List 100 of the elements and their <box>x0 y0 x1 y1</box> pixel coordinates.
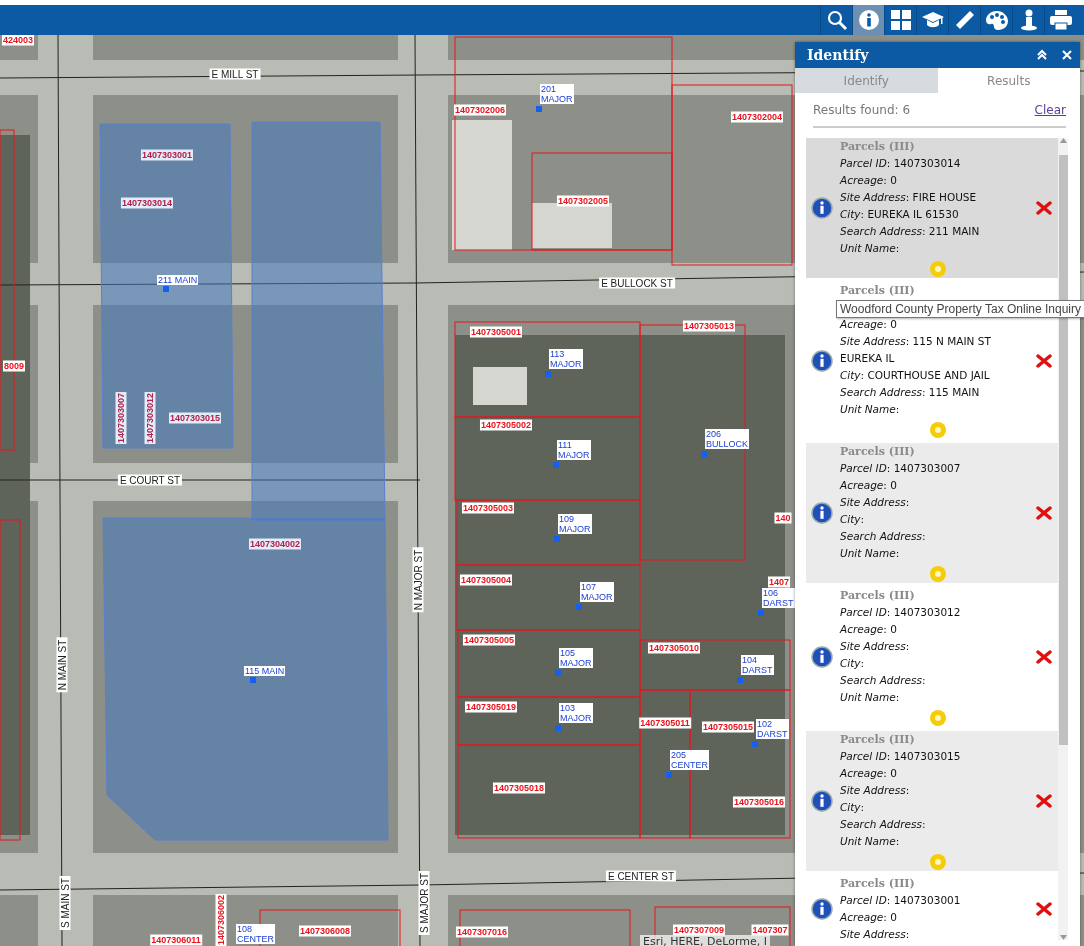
attribute-text: Acreage: 0 <box>840 478 898 493</box>
address-label: 102 DARST <box>756 719 789 739</box>
clear-link[interactable]: Clear <box>1034 103 1066 117</box>
address-label: 105 MAJOR <box>559 648 593 668</box>
layer-title: Parcels (III) <box>840 139 916 155</box>
attribute-text: Search Address: <box>840 817 927 832</box>
attribute-text: Acreage: 0 <box>840 622 898 637</box>
attribute-text: Site Address: <box>840 495 911 510</box>
address-point-icon <box>553 462 559 468</box>
address-label: 205 CENTER <box>670 750 709 770</box>
attribute-text: Site Address: FIRE HOUSE <box>840 190 978 205</box>
attribute-text: Parcel ID: 1407303001 <box>840 893 962 908</box>
parcel-label: 1407305015 <box>701 721 755 733</box>
parcel-label: 1407303001 <box>140 149 194 161</box>
info-icon[interactable] <box>811 790 833 812</box>
address-label: 115 MAIN <box>244 666 286 676</box>
remove-icon[interactable] <box>1036 902 1052 916</box>
address-point-icon <box>752 741 758 747</box>
remove-icon[interactable] <box>1036 201 1052 215</box>
street-label: S MAJOR ST <box>418 871 430 935</box>
attribute-text: Acreage: 0 <box>840 317 898 332</box>
zoom-marker-icon[interactable] <box>929 421 947 439</box>
print-icon <box>1048 9 1073 31</box>
parcel-label: 1407305019 <box>464 701 518 713</box>
parcel-label: 1407306002 <box>215 893 227 946</box>
attribute-text: City: EUREKA IL 61530 <box>840 207 960 222</box>
attribute-text: Search Address: <box>840 673 927 688</box>
parcel-label: 1407302006 <box>453 104 507 116</box>
attribute-text: Unit Name: <box>840 546 901 561</box>
remove-icon[interactable] <box>1036 650 1052 664</box>
panel-title: Identify <box>807 47 870 63</box>
parcel-label: 1407303015 <box>168 412 222 424</box>
parcel-label: 1407305004 <box>459 574 513 586</box>
address-point-icon <box>576 604 582 610</box>
tooltip: Woodford County Property Tax Online Inquiry <box>836 300 1084 318</box>
info-icon[interactable] <box>811 197 833 219</box>
info-icon[interactable] <box>811 502 833 524</box>
layer-title: Parcels (III) <box>840 732 916 748</box>
attribute-text: Parcel ID: 1407303007 <box>840 461 962 476</box>
address-label: 111 MAJOR <box>557 440 591 460</box>
street-label: S MAIN ST <box>59 876 71 930</box>
parcel-label: 1407305011 <box>639 717 691 729</box>
remove-icon[interactable] <box>1036 794 1052 808</box>
parcel-label: 424003 <box>2 35 34 46</box>
attribute-text: Parcel ID: 1407303012 <box>840 605 962 620</box>
search-icon <box>825 9 848 31</box>
address-point-icon <box>554 536 560 542</box>
attribute-text: Site Address: <box>840 783 911 798</box>
attribute-text: Acreage: 0 <box>840 766 898 781</box>
close-icon[interactable] <box>1062 50 1072 60</box>
address-label: 206 BULLOCK <box>705 429 750 449</box>
parcel-label: 1407306011 <box>150 934 202 946</box>
street-label: N MAIN ST <box>56 637 68 693</box>
parcel-label: 1407307009 <box>672 924 726 936</box>
parcel-label: 1407303007 <box>115 391 127 445</box>
toolbar-button[interactable] <box>852 5 884 35</box>
parcel-label: 1407307016 <box>455 926 509 938</box>
grid-icon <box>889 9 912 31</box>
remove-icon[interactable] <box>1036 353 1052 368</box>
zoom-marker-icon[interactable] <box>929 260 947 278</box>
info-icon[interactable] <box>811 349 833 372</box>
address-point-icon <box>701 451 707 457</box>
info-icon[interactable] <box>811 898 833 920</box>
zoom-marker-icon[interactable] <box>929 709 947 727</box>
attribute-text: Search Address: 211 MAIN <box>840 224 981 239</box>
address-point-icon <box>545 371 551 377</box>
palette-icon <box>984 9 1009 31</box>
parcel-label: 1407305002 <box>479 419 533 431</box>
address-point-icon <box>163 286 169 292</box>
attribute-text: Site Address: 115 N MAIN ST EUREKA IL <box>840 334 992 366</box>
attribute-text: Site Address: <box>840 927 911 940</box>
info-icon[interactable] <box>811 646 833 668</box>
parcel-label: 1407305003 <box>461 502 515 514</box>
person-icon <box>1018 9 1039 31</box>
address-point-icon <box>737 677 743 683</box>
address-point-icon <box>758 610 764 616</box>
attribute-text: Unit Name: <box>840 690 901 705</box>
result-card[interactable]: Parcels (III) Parcel ID: 1407303014 Acreage: 0 Site Address: FIRE HOUSE City: EUREKA IL 61530 Search Address: 211 MAIN Unit Name: <box>806 138 1058 278</box>
parcel-label: 1407302004 <box>730 111 784 123</box>
attribute-text: Parcel ID: 1407303015 <box>840 749 962 764</box>
parcel-label: 1407303012 <box>144 391 156 445</box>
remove-icon[interactable] <box>1036 506 1052 520</box>
parcel-label: 1407305013 <box>682 320 736 332</box>
scroll-down-icon[interactable] <box>1059 935 1067 940</box>
scroll-up-icon[interactable] <box>1059 138 1067 143</box>
attribute-text: Unit Name: <box>840 402 901 417</box>
zoom-marker-icon[interactable] <box>929 853 947 871</box>
address-label: 103 MAJOR <box>559 703 593 723</box>
address-label: 104 DARST <box>741 655 774 675</box>
result-card[interactable]: Parcels (III) Parcel ID: 1407303007 Acreage: 0 Site Address: City: Search Address: Unit Name: <box>806 443 1058 583</box>
address-point-icon <box>250 677 256 683</box>
result-card[interactable]: Parcels (III) Parcel ID: 1407303015 Acreage: 0 Site Address: City: Search Address: Unit Name: <box>806 731 1058 871</box>
attribute-text: Site Address: <box>840 639 911 654</box>
collapse-icon[interactable] <box>1036 49 1048 61</box>
attribute-text: Unit Name: <box>840 834 901 849</box>
address-label: 109 MAJOR <box>558 514 592 534</box>
layer-title: Parcels (III) <box>840 444 916 460</box>
street-label: E BULLOCK ST <box>599 277 675 289</box>
zoom-marker-icon[interactable] <box>929 565 947 583</box>
address-point-icon <box>555 670 561 676</box>
